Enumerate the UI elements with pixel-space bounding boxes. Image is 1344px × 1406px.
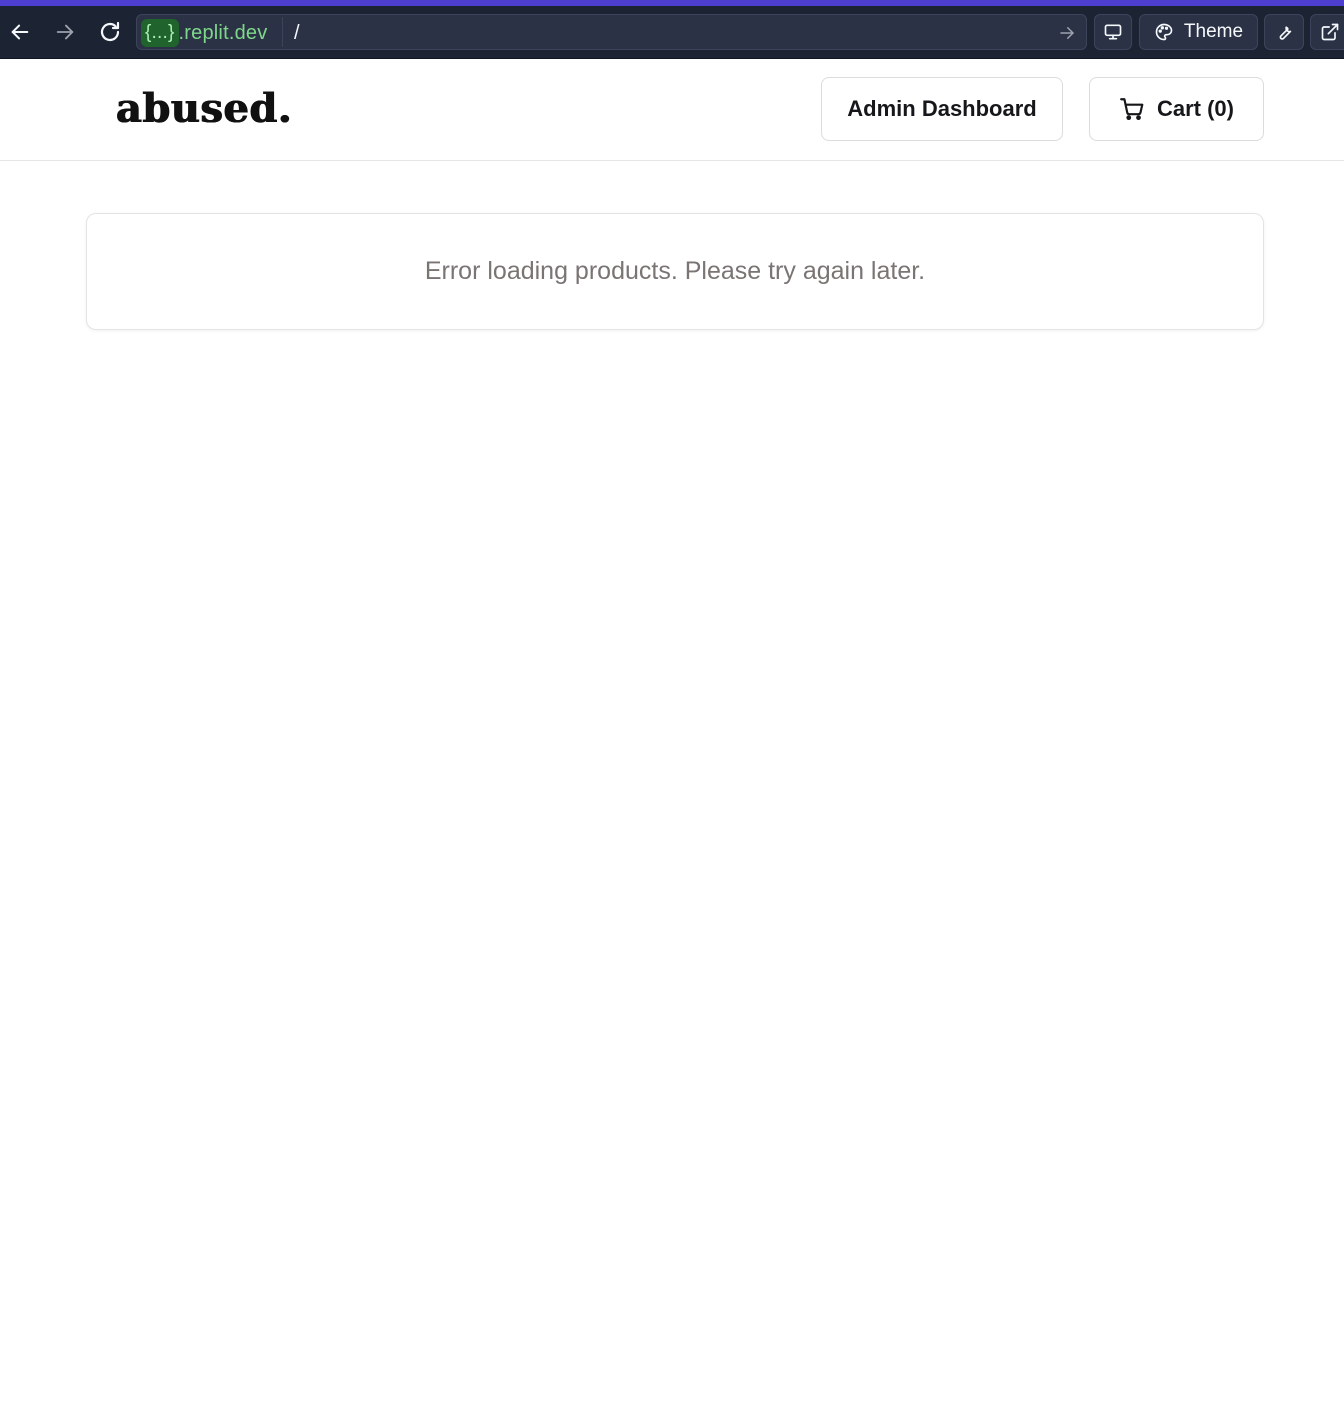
error-message: Error loading products. Please try again… <box>424 257 926 285</box>
reload-button[interactable] <box>92 14 128 50</box>
theme-label: Theme <box>1183 21 1244 42</box>
wrench-icon <box>1279 26 1292 40</box>
url-divider <box>282 17 283 47</box>
url-host-redacted: {...} <box>141 19 179 47</box>
arrow-left-icon <box>11 24 29 40</box>
devtools-button[interactable] <box>1264 14 1304 50</box>
arrow-right-icon <box>56 24 74 40</box>
url-host-suffix: .replit.dev <box>178 21 268 44</box>
site-logo[interactable]: abused. <box>116 83 292 135</box>
reload-icon <box>100 21 120 42</box>
url-go-button[interactable] <box>1056 22 1078 44</box>
theme-button[interactable]: Theme <box>1139 14 1258 50</box>
browser-toolbar: {...} .replit.dev / Theme <box>0 0 1344 59</box>
open-external-button[interactable] <box>1310 14 1344 50</box>
url-path-input[interactable]: / <box>294 19 300 47</box>
url-bar[interactable]: {...} .replit.dev / <box>136 14 1087 50</box>
monitor-icon <box>1104 24 1122 40</box>
arrow-right-icon <box>1060 27 1074 39</box>
cart-label: Cart (0) <box>1156 96 1234 121</box>
url-host: {...} .replit.dev <box>141 19 267 47</box>
toolbar-accent-bar <box>0 0 1344 6</box>
external-link-icon <box>1321 23 1339 41</box>
device-preview-button[interactable] <box>1094 14 1132 50</box>
back-button[interactable] <box>2 14 38 50</box>
admin-dashboard-button[interactable]: Admin Dashboard <box>821 77 1063 141</box>
site-header: abused. Admin Dashboard Cart (0) <box>0 59 1344 161</box>
cart-button[interactable]: Cart (0) <box>1089 77 1264 141</box>
forward-button[interactable] <box>47 14 83 50</box>
admin-dashboard-label: Admin Dashboard <box>847 96 1037 121</box>
error-card: Error loading products. Please try again… <box>86 213 1264 330</box>
palette-icon <box>1155 23 1173 41</box>
shopping-cart-icon <box>1119 96 1145 122</box>
